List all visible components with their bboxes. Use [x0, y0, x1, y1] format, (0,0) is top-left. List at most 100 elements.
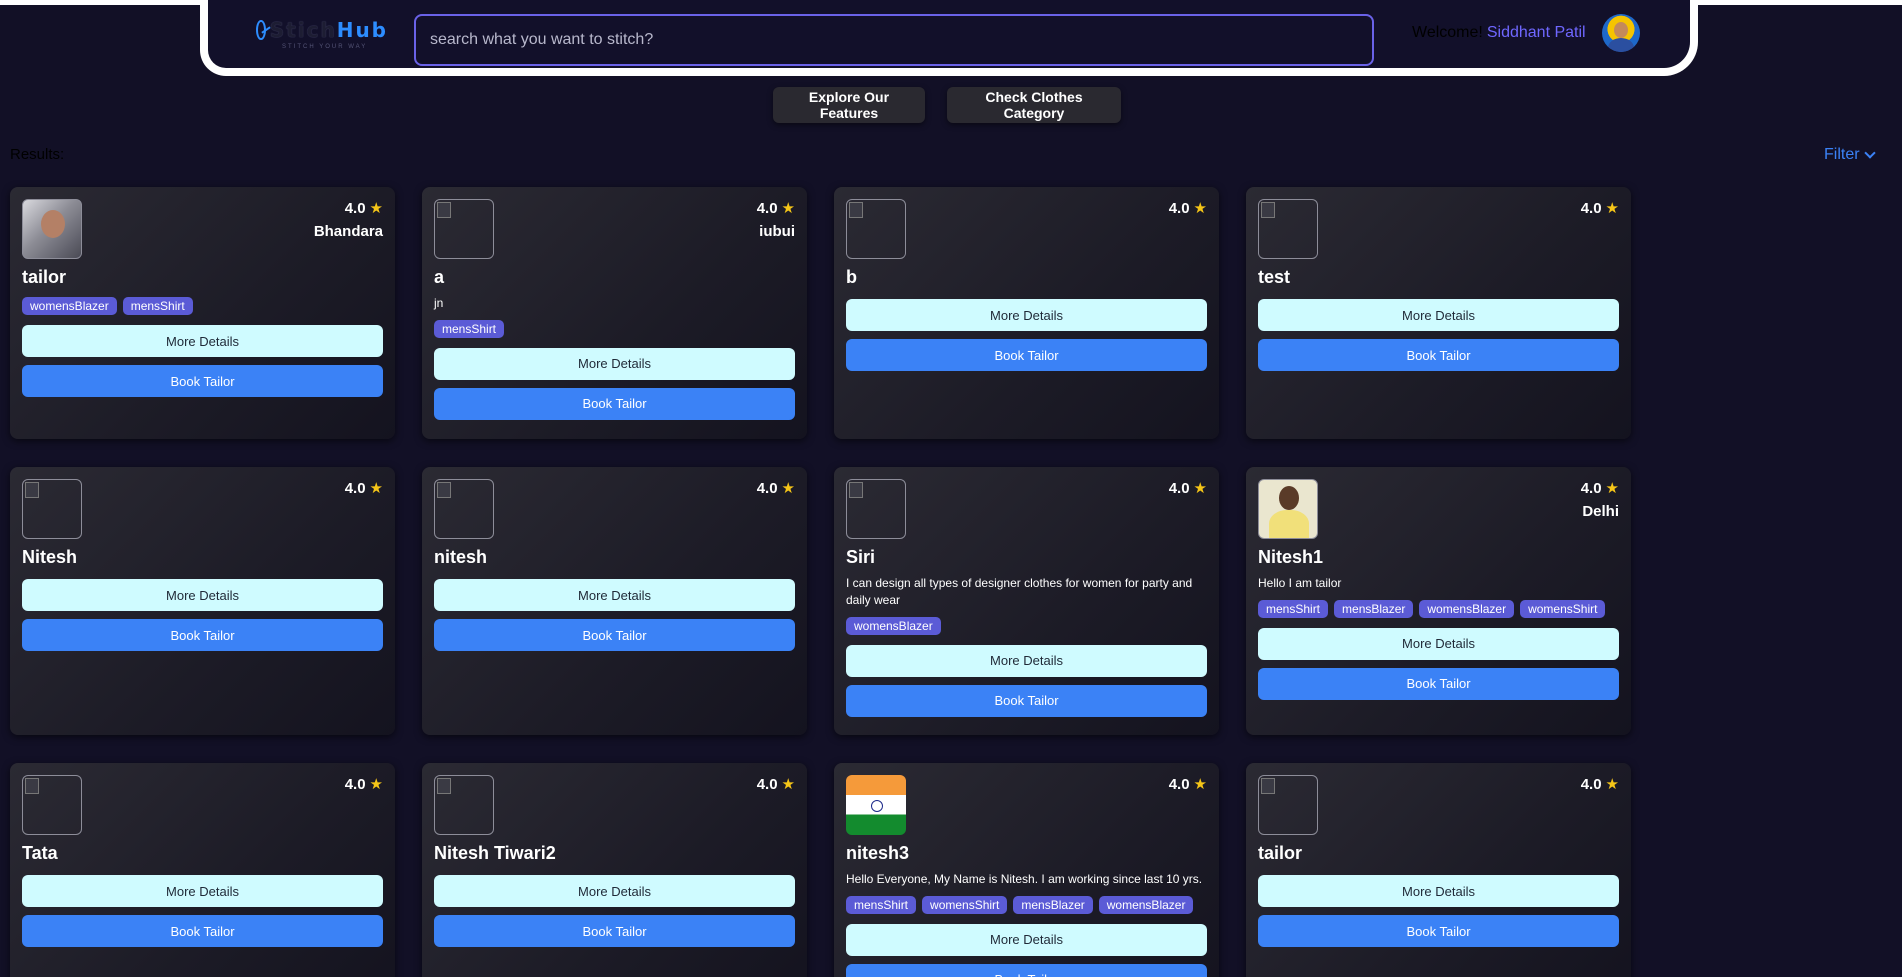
star-icon: ★	[369, 200, 383, 217]
category-tag: mensBlazer	[1013, 895, 1093, 914]
tailor-name: nitesh	[434, 547, 488, 567]
more-details-button[interactable]: More Details	[22, 579, 383, 611]
clothes-category-button[interactable]: Check Clothes Category	[947, 87, 1121, 123]
more-details-button[interactable]: More Details	[1258, 299, 1619, 331]
tailor-description: jn	[434, 296, 444, 310]
logo-row: StichHub	[256, 18, 388, 42]
more-details-button[interactable]: More Details	[1258, 875, 1619, 907]
book-tailor-button[interactable]: Book Tailor	[22, 619, 383, 651]
book-tailor-button[interactable]: Book Tailor	[1258, 667, 1619, 700]
logo-tagline: STITCH YOUR WAY	[282, 44, 368, 50]
tailor-card: 4.0 ★ Nitesh More Details Book Tailor	[10, 467, 395, 735]
star-icon: ★	[369, 776, 383, 793]
rating: 4.0 ★	[344, 775, 383, 794]
rating: 4.0 ★	[1581, 479, 1619, 498]
tailor-name: Nitesh	[22, 547, 78, 567]
tailor-name: Nitesh Tiwari2	[434, 843, 556, 863]
rating-value: 4.0	[756, 775, 778, 793]
tailor-image	[434, 775, 494, 835]
card-header: 4.0 ★	[22, 479, 383, 539]
explore-features-button[interactable]: Explore Our Features	[773, 87, 925, 123]
star-icon: ★	[1605, 776, 1619, 793]
tailor-card: 4.0 ★ Bhandara tailor womensBlazer mensShirt M…	[10, 187, 395, 439]
tailor-card: 4.0 ★ nitesh3 Hello Everyone, My Name is Ni…	[834, 763, 1219, 977]
results-label: Results:	[10, 146, 65, 163]
avatar-face	[1614, 22, 1628, 38]
book-tailor-button[interactable]: Book Tailor	[434, 387, 795, 420]
rating: 4.0 ★	[1168, 775, 1207, 794]
more-details-button[interactable]: More Details	[846, 644, 1207, 677]
search-input[interactable]	[414, 14, 1374, 66]
user-avatar[interactable]	[1602, 14, 1640, 52]
rating-value: 4.0	[1168, 199, 1190, 217]
tailor-location: iubui	[759, 223, 795, 240]
rating: 4.0 ★	[1168, 479, 1207, 498]
card-header: 4.0 ★ Delhi	[1258, 479, 1619, 539]
more-details-button[interactable]: More Details	[1258, 627, 1619, 660]
book-tailor-button[interactable]: Book Tailor	[434, 915, 795, 947]
tailor-location: Delhi	[1582, 503, 1619, 520]
tailor-description: Hello Everyone, My Name is Nitesh. I am …	[846, 872, 1203, 886]
card-header: 4.0 ★	[434, 479, 795, 539]
more-details-button[interactable]: More Details	[846, 923, 1207, 956]
category-tag: mensShirt	[846, 895, 917, 914]
stichhub-logo[interactable]: StichHub STITCH YOUR WAY	[256, 18, 388, 58]
tailor-image	[846, 199, 906, 259]
tailor-image	[846, 775, 906, 835]
user-name-link[interactable]: Siddhant Patil	[1487, 24, 1586, 42]
tailor-image	[22, 479, 82, 539]
book-tailor-button[interactable]: Book Tailor	[846, 684, 1207, 717]
rating: 4.0 ★	[756, 479, 795, 498]
rating-value: 4.0	[1168, 479, 1190, 497]
avatar-body	[1608, 38, 1634, 52]
tag-list: mensShirt mensBlazer womensBlazer womensShi…	[1258, 599, 1619, 618]
star-icon: ★	[1605, 480, 1619, 497]
category-tag: womensBlazer	[1098, 895, 1194, 914]
category-tag: mensShirt	[1258, 599, 1329, 618]
tag-list: womensBlazer	[846, 616, 1207, 635]
more-details-button[interactable]: More Details	[434, 347, 795, 380]
tailor-description: I can design all types of designer cloth…	[846, 576, 1193, 607]
book-tailor-button[interactable]: Book Tailor	[1258, 339, 1619, 371]
card-header: 4.0 ★	[22, 775, 383, 835]
more-details-button[interactable]: More Details	[22, 875, 383, 907]
tag-list: womensBlazer mensShirt	[22, 297, 383, 315]
rating-value: 4.0	[1168, 775, 1190, 793]
card-header: 4.0 ★ iubui	[434, 199, 795, 259]
book-tailor-button[interactable]: Book Tailor	[846, 963, 1207, 977]
tailor-card: 4.0 ★ Tata More Details Book Tailor	[10, 763, 395, 977]
tailor-name: a	[434, 267, 445, 287]
category-tag: womensBlazer	[846, 616, 941, 635]
tailor-location: Bhandara	[313, 223, 383, 240]
more-details-button[interactable]: More Details	[22, 325, 383, 357]
rating-value: 4.0	[1580, 199, 1602, 217]
rating: 4.0 ★	[1580, 199, 1619, 218]
tailor-card: 4.0 ★ Siri I can design all types of design…	[834, 467, 1219, 735]
star-icon: ★	[781, 200, 795, 217]
rating-value: 4.0	[1580, 775, 1602, 793]
tailor-card: 4.0 ★ iubui a jn mensShirt More Details Book Ta…	[422, 187, 807, 439]
book-tailor-button[interactable]: Book Tailor	[22, 915, 383, 947]
filter-dropdown[interactable]: Filter	[1824, 146, 1876, 164]
book-tailor-button[interactable]: Book Tailor	[22, 365, 383, 397]
book-tailor-button[interactable]: Book Tailor	[434, 619, 795, 651]
more-details-button[interactable]: More Details	[434, 579, 795, 611]
category-tag: mensShirt	[122, 297, 193, 315]
card-header: 4.0 ★	[846, 479, 1207, 539]
needle-icon	[256, 20, 266, 40]
book-tailor-button[interactable]: Book Tailor	[1258, 915, 1619, 947]
rating-value: 4.0	[344, 775, 366, 793]
star-icon: ★	[369, 480, 383, 497]
more-details-button[interactable]: More Details	[846, 299, 1207, 331]
more-details-button[interactable]: More Details	[434, 875, 795, 907]
rating: 4.0 ★	[756, 775, 795, 794]
tailor-card: 4.0 ★ Nitesh Tiwari2 More Details Book Tailo…	[422, 763, 807, 977]
book-tailor-button[interactable]: Book Tailor	[846, 339, 1207, 371]
rating: 4.0 ★	[757, 199, 795, 218]
star-icon: ★	[781, 480, 795, 497]
rating-value: 4.0	[756, 479, 778, 497]
welcome-label: Welcome!	[1412, 24, 1483, 41]
card-header: 4.0 ★	[1258, 775, 1619, 835]
tailor-name: tailor	[22, 267, 67, 287]
tailor-image	[22, 775, 82, 835]
